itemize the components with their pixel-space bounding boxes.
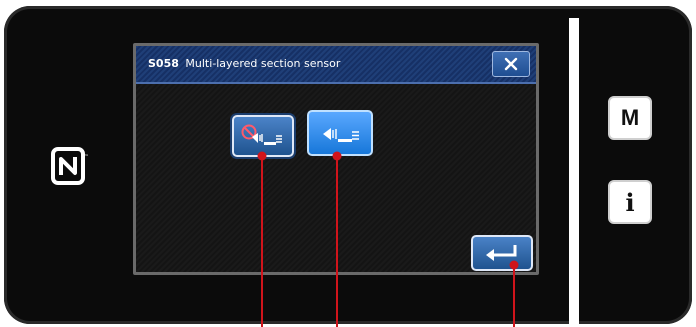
sensor-disabled-button[interactable] [232,115,294,157]
enter-icon [486,245,517,261]
sensor-disabled-icon [241,124,282,145]
info-button-label: i [625,187,635,217]
dialog-title: S058 Multi-layered section sensor [148,57,340,70]
menu-button[interactable]: M [608,96,652,140]
dialog-titlebar: S058 Multi-layered section sensor [136,46,536,84]
sensor-enabled-icon [323,128,359,142]
nfc-logo-icon: ™ [51,147,89,185]
sensor-enabled-button[interactable] [307,110,373,156]
dialog-code: S058 [148,57,179,70]
info-button[interactable]: i [608,180,652,224]
dialog-title-text: Multi-layered section sensor [185,57,341,70]
svg-text:™: ™ [84,154,89,160]
panel-divider [569,18,579,324]
close-icon [504,57,518,71]
dialog-window: S058 Multi-layered section sensor [133,43,539,275]
close-button[interactable] [492,51,530,77]
menu-button-label: M [620,105,640,130]
enter-button[interactable] [471,235,533,271]
